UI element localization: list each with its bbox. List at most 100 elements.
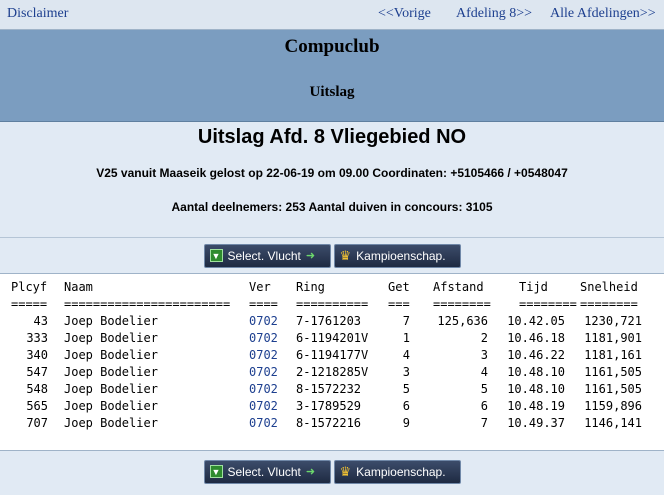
cell-vereniging[interactable]: 0702 — [249, 314, 278, 328]
cell-getekend: 7 — [402, 314, 410, 328]
arrow-right-icon: ➜ — [305, 466, 316, 478]
cell-plaats: 565 — [26, 399, 48, 413]
cell-ring: 7-1761203 — [296, 314, 362, 328]
cell-vereniging[interactable]: 0702 — [249, 382, 278, 396]
cell-afstand: 3 — [480, 348, 488, 362]
cell-tijd: 10.48.10 — [507, 365, 565, 379]
cell-ring: 3-1789529 — [296, 399, 362, 413]
cell-tijd: 10.46.18 — [507, 331, 565, 345]
cell-vereniging[interactable]: 0702 — [249, 348, 278, 362]
select-vlucht-label: Select. Vlucht — [227, 464, 301, 479]
cell-getekend: 9 — [402, 416, 410, 430]
top-navigation: Disclaimer <<Vorige Afdeling 8>> Alle Af… — [0, 0, 664, 30]
crown-icon: ♛ — [339, 463, 352, 479]
button-bar-bottom: ▼ Select. Vlucht ➜ ♛ Kampioenschap. — [0, 450, 664, 492]
race-info: Uitslag Afd. 8 Vliegebied NO V25 vanuit … — [0, 122, 664, 238]
download-icon: ▼ — [209, 465, 223, 478]
disclaimer-link[interactable]: Disclaimer — [7, 6, 68, 22]
header-naam: Naam — [64, 280, 93, 294]
header-snelheid: Snelheid — [580, 280, 638, 294]
results-table: Plcyf Naam Ver Ring Get Afstand Tijd Snelheid ==… — [0, 274, 664, 450]
cell-getekend: 5 — [402, 382, 410, 396]
cell-tijd: 10.49.37 — [507, 416, 565, 430]
cell-naam: Joep Bodelier — [64, 314, 158, 328]
cell-afstand: 2 — [480, 331, 488, 345]
header-afstand: Afstand — [433, 280, 484, 294]
header-tijd: ======== — [519, 297, 577, 311]
download-icon: ▼ — [209, 249, 223, 262]
select-vlucht-button-bottom[interactable]: ▼ Select. Vlucht ➜ — [203, 459, 331, 484]
cell-plaats: 707 — [26, 416, 48, 430]
cell-snelheid: 1181,161 — [584, 348, 642, 362]
cell-getekend: 6 — [402, 399, 410, 413]
cell-naam: Joep Bodelier — [64, 348, 158, 362]
header-getekend: === — [388, 297, 410, 311]
cell-snelheid: 1230,721 — [584, 314, 642, 328]
race-details: V25 vanuit Maaseik gelost op 22-06-19 om… — [96, 166, 568, 180]
cell-plaats: 333 — [26, 331, 48, 345]
table-row: 547 Joep Bodelier 0702 2-1218285V 3 4 10.48.10… — [0, 365, 664, 382]
cell-afstand: 7 — [480, 416, 488, 430]
arrow-right-icon: ➜ — [305, 250, 316, 262]
participant-counts: Aantal deelnemers: 253 Aantal duiven in … — [171, 200, 493, 214]
cell-snelheid: 1161,505 — [584, 365, 642, 379]
cell-plaats: 547 — [26, 365, 48, 379]
all-afdelingen-link[interactable]: Alle Afdelingen>> — [550, 6, 656, 22]
header-naam: ======================= — [64, 297, 231, 311]
cell-tijd: 10.46.22 — [507, 348, 565, 362]
select-vlucht-button[interactable]: ▼ Select. Vlucht ➜ — [203, 243, 331, 268]
cell-ring: 6-1194177V — [296, 348, 369, 362]
table-row: 340 Joep Bodelier 0702 6-1194177V 4 3 10.46.22… — [0, 348, 664, 365]
header-tijd: Tijd — [519, 280, 548, 294]
cell-snelheid: 1181,901 — [584, 331, 642, 345]
kampioenschap-button-bottom[interactable]: ♛ Kampioenschap. — [333, 459, 461, 484]
cell-afstand: 4 — [480, 365, 488, 379]
cell-snelheid: 1146,141 — [584, 416, 642, 430]
club-title: Compuclub — [284, 36, 380, 57]
header-afstand: ======== — [433, 297, 491, 311]
cell-naam: Joep Bodelier — [64, 382, 158, 396]
cell-naam: Joep Bodelier — [64, 365, 158, 379]
cell-plaats: 548 — [26, 382, 48, 396]
kampioenschap-button[interactable]: ♛ Kampioenschap. — [333, 243, 461, 268]
banner-subtitle: Uitslag — [309, 84, 355, 100]
kampioenschap-label: Kampioenschap. — [356, 464, 446, 479]
header-vereniging: ==== — [249, 297, 278, 311]
cell-ring: 8-1572232 — [296, 382, 362, 396]
table-row: 333 Joep Bodelier 0702 6-1194201V 1 2 10.46.18… — [0, 331, 664, 348]
cell-vereniging[interactable]: 0702 — [249, 416, 278, 430]
table-separator: ===== ======================= ==== ========… — [0, 297, 664, 314]
header-vereniging: Ver — [249, 280, 271, 294]
header-snelheid: ======== — [580, 297, 638, 311]
table-row: 707 Joep Bodelier 0702 8-1572216 9 7 10.49.37 1… — [0, 416, 664, 433]
header-ring: Ring — [296, 280, 325, 294]
page-title: Uitslag Afd. 8 Vliegebied NO — [197, 126, 467, 148]
cell-snelheid: 1159,896 — [584, 399, 642, 413]
cell-vereniging[interactable]: 0702 — [249, 365, 278, 379]
cell-ring: 6-1194201V — [296, 331, 369, 345]
select-vlucht-label: Select. Vlucht — [227, 248, 301, 263]
header-plaats: Plcyf — [11, 280, 48, 294]
cell-snelheid: 1161,505 — [584, 382, 642, 396]
cell-vereniging[interactable]: 0702 — [249, 399, 278, 413]
cell-ring: 2-1218285V — [296, 365, 369, 379]
cell-vereniging[interactable]: 0702 — [249, 331, 278, 345]
table-row: 565 Joep Bodelier 0702 3-1789529 6 6 10.48.19 1… — [0, 399, 664, 416]
cell-plaats: 340 — [26, 348, 48, 362]
cell-tijd: 10.42.05 — [507, 314, 565, 328]
table-row: 548 Joep Bodelier 0702 8-1572232 5 5 10.48.10 1… — [0, 382, 664, 399]
header-plaats: ===== — [11, 297, 48, 311]
header-banner: Compuclub Uitslag — [0, 30, 664, 122]
table-row: 43 Joep Bodelier 0702 7-1761203 7 125,636 10.4… — [0, 314, 664, 331]
table-header: Plcyf Naam Ver Ring Get Afstand Tijd Snelheid — [0, 280, 664, 297]
cell-naam: Joep Bodelier — [64, 399, 158, 413]
cell-tijd: 10.48.10 — [507, 382, 565, 396]
previous-link[interactable]: <<Vorige — [378, 6, 431, 22]
cell-ring: 8-1572216 — [296, 416, 362, 430]
cell-afstand: 6 — [480, 399, 488, 413]
next-afdeling-link[interactable]: Afdeling 8>> — [456, 6, 532, 22]
cell-getekend: 1 — [402, 331, 410, 345]
cell-getekend: 4 — [402, 348, 410, 362]
cell-afstand: 125,636 — [437, 314, 488, 328]
cell-afstand: 5 — [480, 382, 488, 396]
